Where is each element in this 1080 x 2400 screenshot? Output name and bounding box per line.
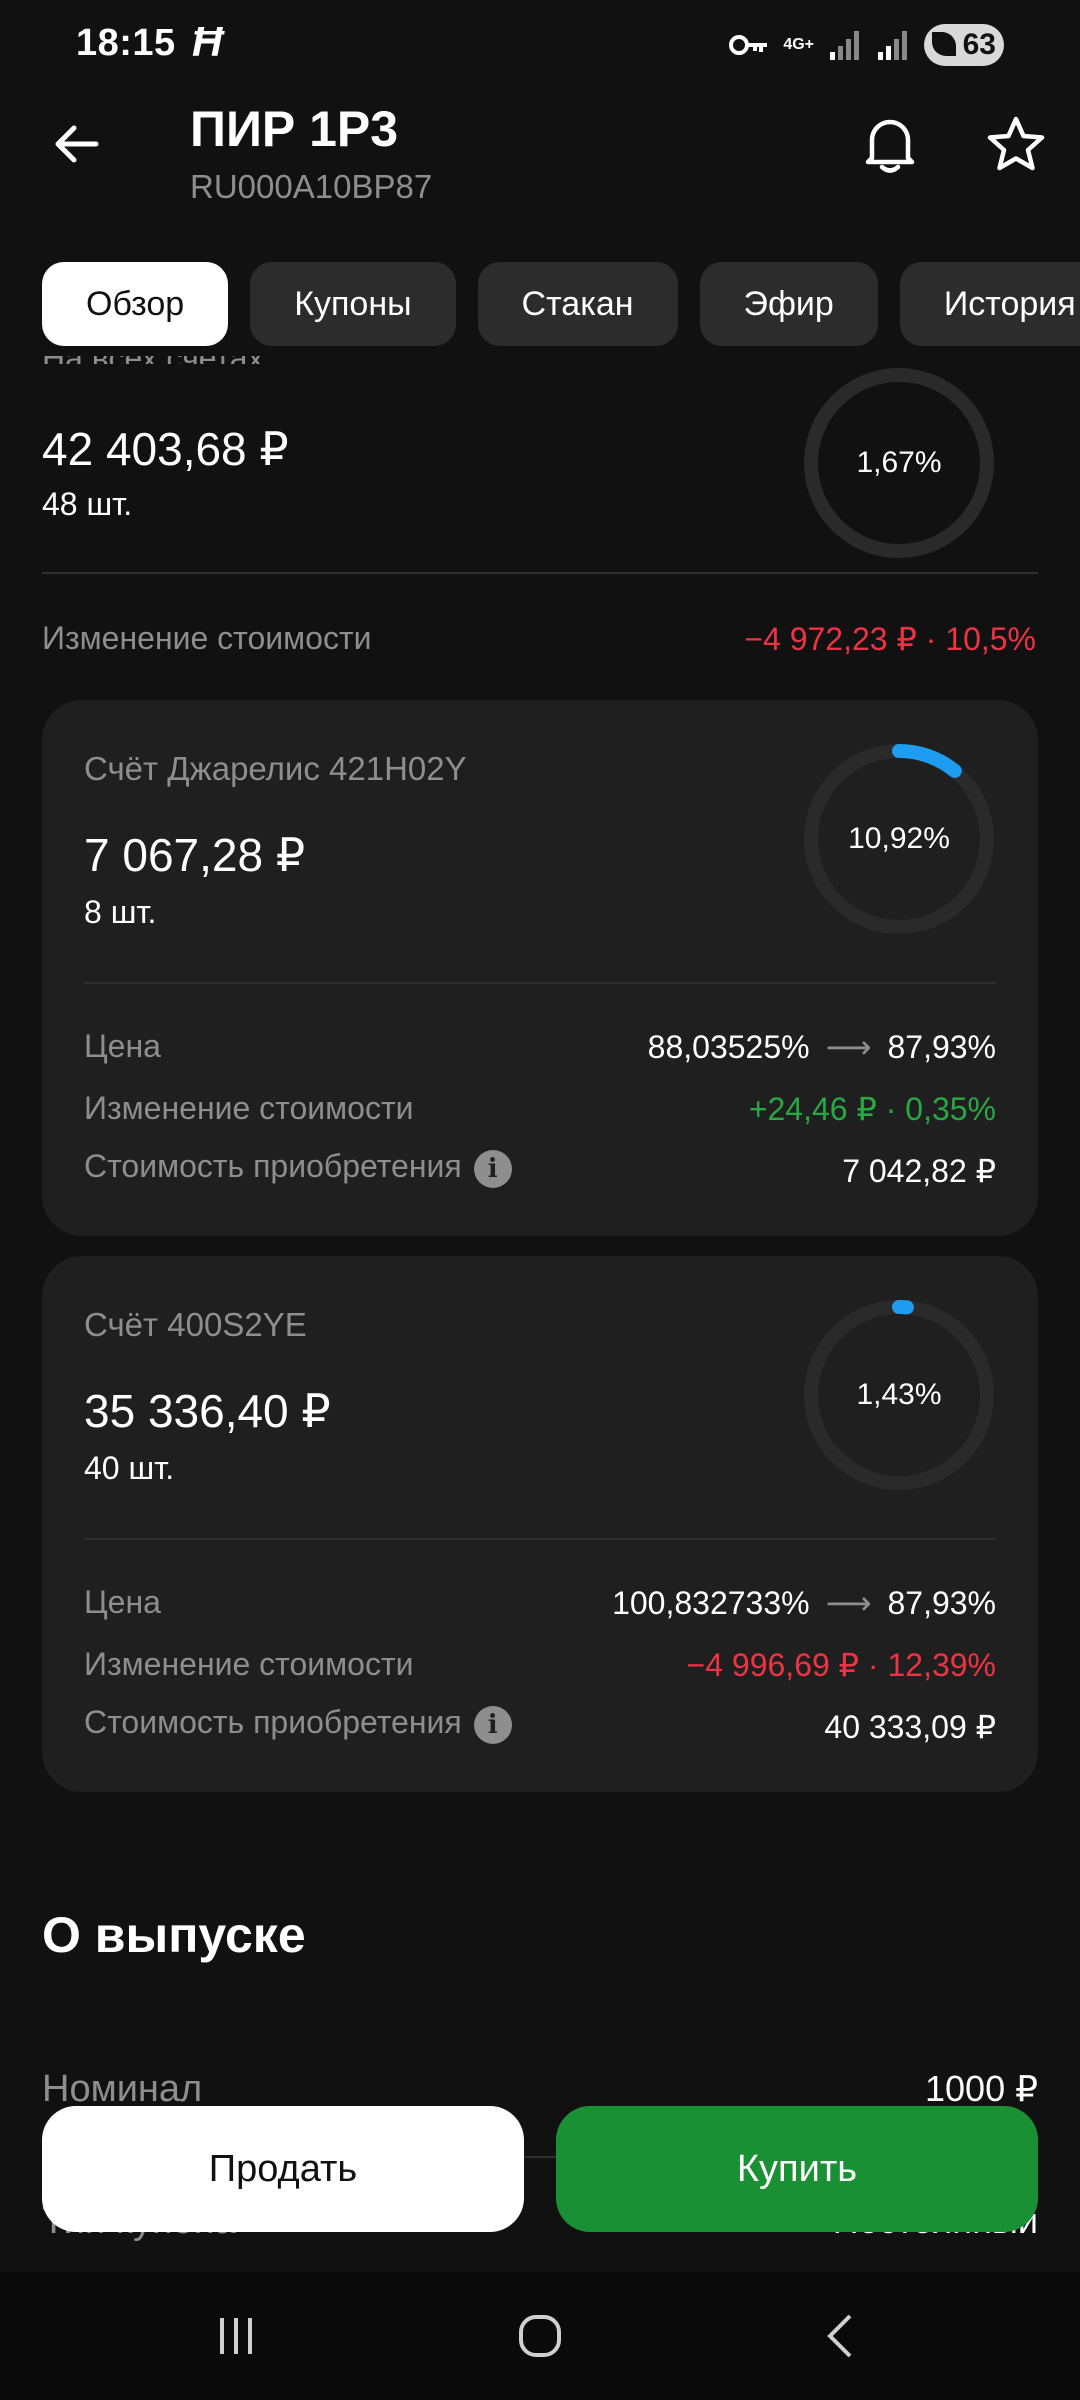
- vpn-key-icon: [729, 35, 768, 55]
- total-quantity: 48 шт.: [42, 486, 133, 522]
- tab-overview[interactable]: Обзор: [42, 262, 229, 346]
- total-change-value: −4 972,23 ₽ · 10,5%: [744, 621, 1036, 657]
- divider: [84, 1538, 996, 1540]
- page-title: ПИР 1Р3: [190, 101, 399, 157]
- divider: [42, 572, 1038, 574]
- price-change: 88,03525% ⟶ 87,93%: [648, 1028, 996, 1066]
- price-label: Цена: [84, 1584, 161, 1620]
- cost-value: 7 042,82 ₽: [842, 1153, 996, 1189]
- account-amount: 7 067,28 ₽: [84, 829, 306, 881]
- battery-icon: 63: [924, 24, 1004, 66]
- header: ПИР 1Р3 RU000A10BP87: [0, 92, 1080, 252]
- content-viewport[interactable]: На всех счетах 42 403,68 ₽ 48 шт. 1,67% …: [0, 356, 1080, 2272]
- price-from: 88,03525%: [647, 1029, 810, 1065]
- app-notification-icon: Ħ: [192, 18, 223, 65]
- arrow-right-icon: ⟶: [825, 1585, 872, 1621]
- change-value: −4 996,69 ₽ · 12,39%: [686, 1647, 996, 1683]
- status-time: 18:15: [76, 22, 176, 64]
- total-change-label: Изменение стоимости: [42, 620, 372, 656]
- price-from: 100,832733%: [612, 1585, 810, 1621]
- nominal-label: Номинал: [42, 2068, 203, 2110]
- account-share-ring: 1,43%: [802, 1298, 996, 1492]
- cost-label: Стоимость приобретения: [84, 1704, 462, 1740]
- price-change: 100,832733% ⟶ 87,93%: [612, 1584, 996, 1622]
- power-saving-icon: [932, 32, 956, 56]
- info-icon[interactable]: i: [473, 1705, 512, 1744]
- total-share: 1,67%: [856, 446, 942, 479]
- price-to: 87,93%: [887, 1585, 996, 1621]
- total-amount: 42 403,68 ₽: [42, 423, 289, 475]
- change-label: Изменение стоимости: [84, 1090, 414, 1126]
- divider: [84, 982, 996, 984]
- star-icon: [987, 116, 1045, 171]
- tab-order-book[interactable]: Стакан: [477, 262, 678, 346]
- nominal-value: 1000 ₽: [925, 2068, 1038, 2109]
- account-share: 1,43%: [856, 1378, 942, 1411]
- home-button[interactable]: [500, 2296, 580, 2376]
- cost-label-row: Стоимость приобретения i: [84, 1148, 512, 1188]
- tab-coupons[interactable]: Купоны: [250, 262, 456, 346]
- account-quantity: 8 шт.: [84, 894, 157, 930]
- change-label: Изменение стоимости: [84, 1646, 414, 1682]
- account-amount: 35 336,40 ₽: [84, 1385, 331, 1437]
- back-button[interactable]: [44, 112, 108, 176]
- info-icon[interactable]: i: [473, 1149, 512, 1188]
- change-value: +24,46 ₽ · 0,35%: [748, 1091, 996, 1127]
- system-nav-bar: [0, 2272, 1080, 2400]
- back-nav-button[interactable]: [800, 2296, 880, 2376]
- tab-history[interactable]: История: [899, 262, 1080, 346]
- price-to: 87,93%: [887, 1029, 996, 1065]
- signal-icon-2: [878, 31, 907, 60]
- arrow-left-icon: [55, 125, 99, 163]
- account-quantity: 40 шт.: [84, 1450, 175, 1486]
- notifications-button[interactable]: [858, 112, 922, 176]
- account-share-ring: 10,92%: [802, 742, 996, 936]
- recent-apps-button[interactable]: [196, 2296, 276, 2376]
- bell-icon: [865, 119, 915, 173]
- arrow-right-icon: ⟶: [825, 1029, 872, 1065]
- account-share: 10,92%: [848, 822, 950, 855]
- account-card[interactable]: Счёт 400S2YE 35 336,40 ₽ 40 шт. 1,43% Це…: [42, 1256, 1038, 1792]
- tab-bar: Обзор Купоны Стакан Эфир История: [42, 262, 1080, 346]
- total-share-ring: 1,67%: [802, 366, 996, 560]
- total-label: На всех счетах: [42, 356, 264, 364]
- status-bar: 18:15 Ħ 4G+ 63: [0, 0, 1080, 92]
- recent-apps-icon: [220, 2318, 252, 2354]
- account-title: Счёт Джарелис 421H02Y: [84, 750, 467, 787]
- tab-feed[interactable]: Эфир: [699, 262, 878, 346]
- home-icon: [519, 2315, 561, 2357]
- favorite-button[interactable]: [984, 112, 1048, 176]
- cost-value: 40 333,09 ₽: [824, 1709, 996, 1745]
- section-title-about: О выпуске: [42, 1907, 306, 1963]
- signal-icon: [830, 31, 859, 60]
- cost-label: Стоимость приобретения: [84, 1148, 462, 1184]
- network-type: 4G+: [783, 36, 814, 53]
- buy-button[interactable]: Купить: [556, 2106, 1038, 2232]
- account-card[interactable]: Счёт Джарелис 421H02Y 7 067,28 ₽ 8 шт. 1…: [42, 700, 1038, 1236]
- price-label: Цена: [84, 1028, 161, 1064]
- chevron-left-icon: [827, 2314, 852, 2358]
- isin-code: RU000A10BP87: [190, 168, 433, 205]
- sell-button[interactable]: Продать: [42, 2106, 524, 2232]
- battery-level: 63: [962, 28, 996, 61]
- status-icons: 4G+ 63: [729, 24, 1004, 66]
- account-title: Счёт 400S2YE: [84, 1306, 307, 1343]
- cost-label-row: Стоимость приобретения i: [84, 1704, 512, 1744]
